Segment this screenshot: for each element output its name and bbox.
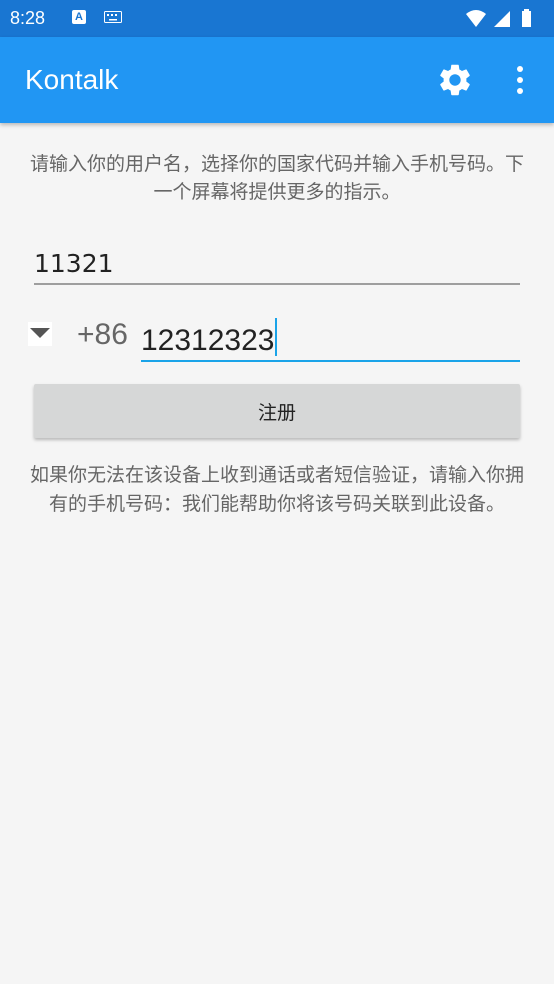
wifi-icon (466, 10, 486, 27)
status-bar: 8:28 A (0, 0, 554, 37)
country-code-label: +86 (77, 318, 128, 351)
country-code-dropdown[interactable] (28, 322, 52, 346)
phone-number-input[interactable]: 12312323 (141, 314, 520, 362)
signal-icon (494, 11, 510, 27)
app-bar: Kontalk (0, 37, 554, 123)
app-title: Kontalk (25, 64, 119, 95)
a-notification-icon: A (72, 10, 86, 24)
text-cursor (275, 318, 278, 356)
keyboard-icon (104, 11, 122, 23)
battery-icon (522, 11, 531, 27)
settings-button[interactable] (436, 61, 474, 99)
phone-number-value: 12312323 (141, 318, 278, 358)
status-icons (466, 9, 531, 27)
status-time: 8:28 (10, 8, 46, 28)
settings-icon (440, 64, 470, 96)
username-input[interactable] (34, 243, 520, 285)
help-instructions: 如果你无法在该设备上收到通话或者短信验证，请输入你拥有的手机号码：我们能帮助你将… (29, 464, 524, 515)
intro-instructions: 请输入你的用户名，选择你的国家代码并输入手机号码。下一个屏幕将提供更多的指示。 (29, 153, 524, 203)
dropdown-arrow-icon (30, 328, 50, 338)
register-button[interactable]: 注册 (34, 384, 520, 438)
more-vert-icon (517, 66, 523, 94)
more-options-button[interactable] (506, 63, 534, 97)
